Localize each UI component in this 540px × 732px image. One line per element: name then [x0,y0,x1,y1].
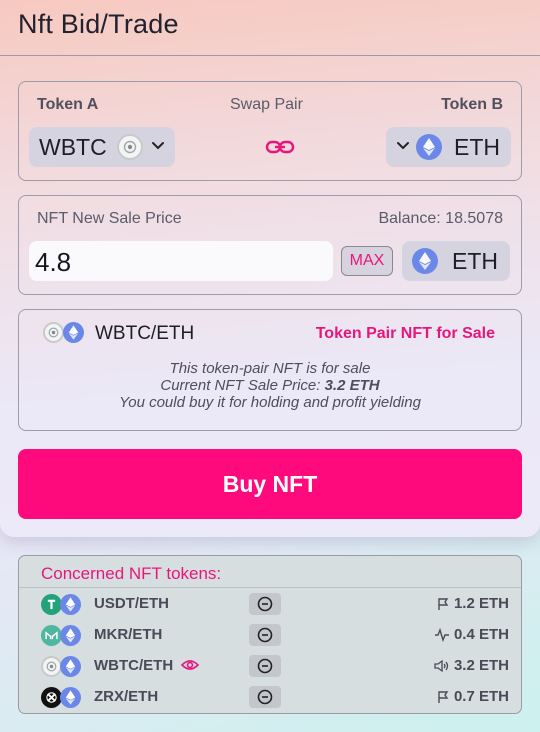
token-pair-name: ZRX/ETH [94,688,159,705]
token-a-select[interactable]: WBTC [29,127,175,167]
wbtc-icon [116,134,143,160]
list-item[interactable]: ZRX/ETH 0.7 ETH [19,683,521,711]
eth-icon [412,248,438,274]
token-pair-value: 3.2 ETH [434,657,509,674]
link-icon[interactable] [265,137,295,162]
token-pair-name: MKR/ETH [94,626,163,643]
eth-icon [416,134,442,160]
remove-button[interactable] [249,686,281,708]
sale-description: This token-pair NFT is for sale Current … [19,360,521,411]
token-a-label: Token A [37,96,99,113]
page-title: Nft Bid/Trade [18,9,179,39]
description-line-1: This token-pair NFT is for sale [169,360,371,377]
minus-circle-icon [257,596,273,612]
token-pair-name: WBTC/ETH [94,657,174,674]
sale-price-label: NFT New Sale Price [37,210,182,227]
token-b-value: ETH [454,133,500,160]
eth-icon [60,656,81,677]
pair-name: WBTC/ETH [95,323,195,344]
pair-icons [43,322,84,343]
concerned-tokens-panel: Concerned NFT tokens: USDT/ETH 1.2 ETH M… [18,555,522,714]
eth-icon [60,687,81,708]
buy-nft-button[interactable]: Buy NFT [18,449,522,519]
flag-icon [438,690,449,703]
description-line-2: Current NFT Sale Price: 3.2 ETH [160,377,380,394]
chevron-down-icon [396,138,410,157]
token-b-select[interactable]: ETH [386,127,511,167]
concerned-title: Concerned NFT tokens: [41,564,222,583]
divider [19,587,521,588]
wbtc-icon [41,656,62,677]
current-sale-price: 3.2 ETH [324,377,380,394]
token-pair-value: 1.2 ETH [436,595,509,612]
card-header: Nft Bid/Trade [0,0,540,56]
max-button[interactable]: MAX [341,246,393,276]
balance-text: Balance: 18.5078 [378,210,503,227]
remove-button[interactable] [249,655,281,677]
flag-icon [438,597,449,610]
price-currency-pill[interactable]: ETH [402,241,510,281]
description-line-3: You could buy it for holding and profit … [119,394,421,411]
sale-badge: Token Pair NFT for Sale [315,325,495,342]
price-currency: ETH [452,247,498,274]
speaker-icon [434,659,449,672]
token-a-value: WBTC [39,133,107,160]
nft-trade-card: Nft Bid/Trade Token A Swap Pair Token B … [0,0,540,537]
zrx-icon [41,687,62,708]
nft-info-panel: WBTC/ETH Token Pair NFT for Sale This to… [18,309,522,431]
mkr-icon [41,625,62,646]
list-item[interactable]: MKR/ETH 0.4 ETH [19,621,521,649]
list-item[interactable]: USDT/ETH 1.2 ETH [19,590,521,618]
token-pair-name: USDT/ETH [94,595,169,612]
swap-pair-label: Swap Pair [230,96,303,113]
token-pair-value: 0.7 ETH [436,688,509,705]
chevron-down-icon [151,138,165,157]
eth-icon [60,625,81,646]
sale-price-panel: NFT New Sale Price Balance: 18.5078 4.8 … [18,195,522,295]
token-b-label: Token B [441,96,503,113]
list-item[interactable]: WBTC/ETH 3.2 ETH [19,652,521,680]
activity-icon [434,627,449,642]
sale-price-input[interactable]: 4.8 [29,241,333,281]
swap-pair-panel: Token A Swap Pair Token B WBTC ETH [18,81,522,181]
wbtc-icon [43,322,64,343]
eth-icon [60,594,81,615]
minus-circle-icon [257,658,273,674]
tether-icon [41,594,62,615]
remove-button[interactable] [249,593,281,615]
token-pair-value: 0.4 ETH [434,626,509,643]
minus-circle-icon [257,627,273,643]
remove-button[interactable] [249,624,281,646]
eye-icon[interactable] [180,658,200,677]
eth-icon [63,322,84,343]
minus-circle-icon [257,689,273,705]
